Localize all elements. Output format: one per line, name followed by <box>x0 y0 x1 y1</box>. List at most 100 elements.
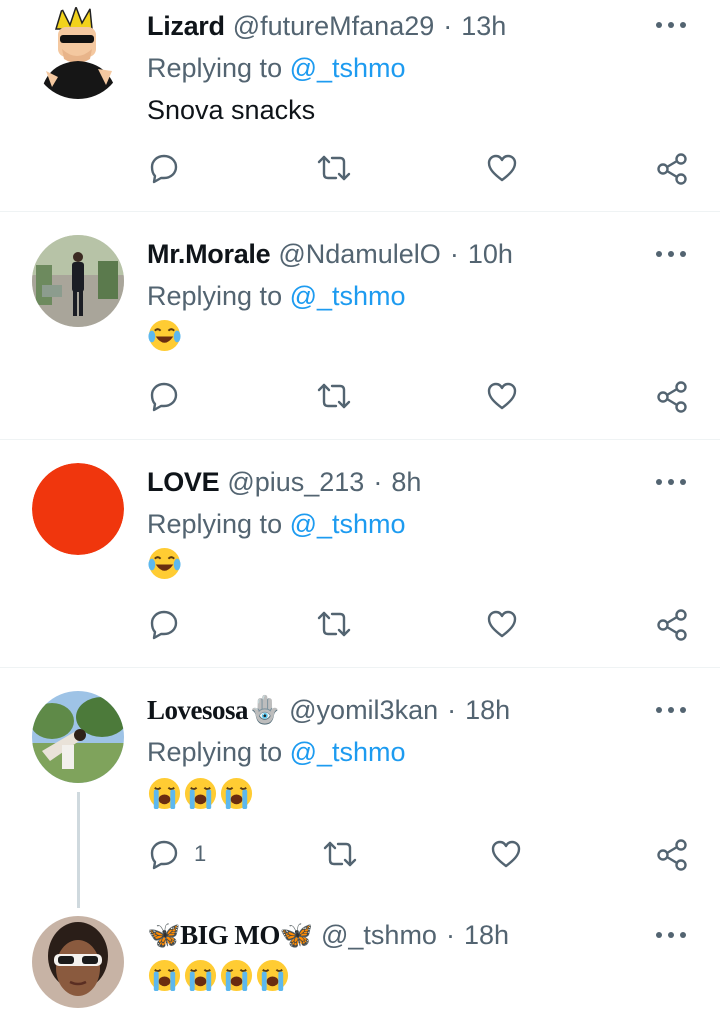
replying-to-mention[interactable]: @_tshmo <box>290 737 406 767</box>
timestamp[interactable]: 18h <box>464 920 509 951</box>
user-handle[interactable]: @pius_213 <box>227 467 364 498</box>
replying-to: Replying to @_tshmo <box>147 506 406 542</box>
retweet-icon <box>317 383 351 409</box>
replying-to: Replying to @_tshmo <box>147 734 406 770</box>
tweet-header: 🦋BIG MO🦋 @_tshmo · 18h <box>147 917 509 953</box>
like-button[interactable] <box>486 380 518 412</box>
replying-to-label: Replying to <box>147 509 283 539</box>
tweet[interactable]: 🦋BIG MO🦋 @_tshmo · 18h <box>0 900 720 1010</box>
action-bar <box>0 608 720 644</box>
more-icon[interactable] <box>656 249 686 259</box>
separator-dot: · <box>443 10 453 41</box>
like-button[interactable] <box>486 152 518 184</box>
like-button[interactable] <box>490 838 522 870</box>
tweet-emojis <box>147 546 182 582</box>
loudly-crying-emoji <box>184 777 217 810</box>
reply-icon <box>150 610 178 640</box>
action-bar <box>0 380 720 416</box>
more-icon[interactable] <box>656 477 686 487</box>
share-button[interactable] <box>655 380 689 414</box>
avatar[interactable] <box>32 916 124 1008</box>
share-icon <box>657 839 687 871</box>
like-icon <box>491 840 521 868</box>
tweet-header: Lizard @futureMfana29 · 13h <box>147 8 506 44</box>
like-icon <box>487 382 517 410</box>
user-handle[interactable]: @_tshmo <box>321 920 437 951</box>
loudly-crying-emoji <box>256 959 289 992</box>
timestamp[interactable]: 8h <box>391 467 421 498</box>
more-icon[interactable] <box>656 705 686 715</box>
replying-to: Replying to @_tshmo <box>147 278 406 314</box>
replying-to: Replying to @_tshmo <box>147 50 406 86</box>
woman-with-sunglasses-avatar-image <box>32 916 124 1008</box>
display-name[interactable]: Lizard <box>147 11 225 42</box>
tweet-emojis <box>147 776 254 812</box>
tweet[interactable]: Mr.Morale @NdamulelO · 10h Replying to @… <box>0 212 720 440</box>
tweet[interactable]: Lizard @futureMfana29 · 13h Replying to … <box>0 0 720 212</box>
timestamp[interactable]: 13h <box>461 11 506 42</box>
like-button[interactable] <box>486 608 518 640</box>
tweet[interactable]: LOVE @pius_213 · 8h Replying to @_tshmo <box>0 440 720 668</box>
tweet-header: Lovesosa🪬 @yomil3kan · 18h <box>147 692 510 728</box>
display-name[interactable]: 🦋BIG MO🦋 <box>147 919 314 951</box>
timestamp[interactable]: 10h <box>468 239 513 270</box>
like-icon <box>487 610 517 638</box>
share-button[interactable] <box>655 152 689 186</box>
retweet-button[interactable] <box>316 608 352 640</box>
more-icon[interactable] <box>656 930 686 940</box>
reply-button[interactable] <box>148 608 180 640</box>
loudly-crying-emoji <box>220 777 253 810</box>
share-button[interactable] <box>655 608 689 642</box>
share-icon <box>657 609 687 641</box>
replying-to-mention[interactable]: @_tshmo <box>290 509 406 539</box>
retweet-button[interactable] <box>316 380 352 412</box>
action-bar <box>0 152 720 188</box>
avatar[interactable] <box>32 691 124 783</box>
man-in-suit-avatar-image <box>32 235 124 327</box>
tweet-text: Snova snacks <box>147 95 316 125</box>
reply-icon <box>150 382 178 412</box>
like-icon <box>487 154 517 182</box>
share-button[interactable] <box>655 838 689 872</box>
share-icon <box>657 381 687 413</box>
tweet-header: LOVE @pius_213 · 8h <box>147 464 421 500</box>
retweet-button[interactable] <box>316 152 352 184</box>
tears-of-joy-emoji <box>148 547 181 580</box>
replying-to-mention[interactable]: @_tshmo <box>290 53 406 83</box>
loudly-crying-emoji <box>220 959 253 992</box>
retweet-button[interactable] <box>322 838 358 870</box>
cartoon-avatar-image <box>32 7 124 99</box>
tweet-emojis <box>147 318 182 354</box>
replying-to-label: Replying to <box>147 53 283 83</box>
reply-button[interactable] <box>148 152 180 184</box>
replying-to-label: Replying to <box>147 281 283 311</box>
avatar[interactable] <box>32 463 124 555</box>
user-handle[interactable]: @futureMfana29 <box>233 11 435 42</box>
tweet-header: Mr.Morale @NdamulelO · 10h <box>147 236 513 272</box>
reply-button[interactable] <box>148 380 180 412</box>
display-name[interactable]: Mr.Morale <box>147 239 271 270</box>
more-icon[interactable] <box>656 20 686 30</box>
avatar[interactable] <box>32 7 124 99</box>
reply-icon <box>150 154 178 184</box>
display-name[interactable]: LOVE <box>147 467 220 498</box>
retweet-icon <box>317 611 351 637</box>
action-bar: 1 <box>0 838 720 874</box>
retweet-icon <box>317 155 351 181</box>
replying-to-label: Replying to <box>147 737 283 767</box>
separator-dot: · <box>447 694 457 725</box>
tweet-emojis <box>147 958 290 994</box>
loudly-crying-emoji <box>148 777 181 810</box>
user-handle[interactable]: @NdamulelO <box>278 239 440 270</box>
tweet[interactable]: Lovesosa🪬 @yomil3kan · 18h Replying to @… <box>0 668 720 908</box>
reply-button[interactable]: 1 <box>148 838 206 870</box>
avatar[interactable] <box>32 235 124 327</box>
red-circle-avatar-image <box>32 463 124 555</box>
user-handle[interactable]: @yomil3kan <box>289 695 438 726</box>
reply-count: 1 <box>194 841 207 866</box>
tears-of-joy-emoji <box>148 319 181 352</box>
display-name[interactable]: Lovesosa🪬 <box>147 694 282 726</box>
separator-dot: · <box>445 919 455 950</box>
timestamp[interactable]: 18h <box>465 695 510 726</box>
replying-to-mention[interactable]: @_tshmo <box>290 281 406 311</box>
